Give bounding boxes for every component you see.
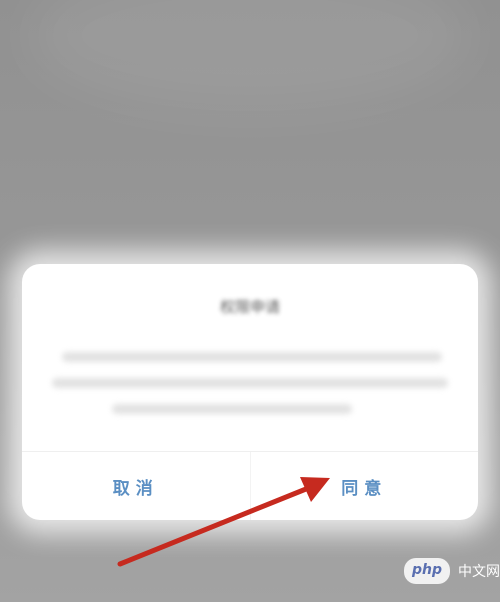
agree-button[interactable]: 同意	[251, 452, 479, 520]
cancel-button[interactable]: 取消	[22, 452, 251, 520]
body-text-line	[52, 378, 448, 388]
body-text-line	[62, 352, 442, 362]
php-logo: php	[404, 558, 450, 584]
dialog-body-text	[52, 352, 448, 430]
watermark-text: 中文网	[458, 564, 500, 580]
permission-dialog: 权限申请 取消 同意	[22, 264, 478, 520]
dialog-button-row: 取消 同意	[22, 451, 478, 520]
dialog-title: 权限申请	[219, 298, 280, 316]
body-text-line	[112, 404, 352, 414]
site-watermark: php 中文网	[404, 558, 500, 584]
